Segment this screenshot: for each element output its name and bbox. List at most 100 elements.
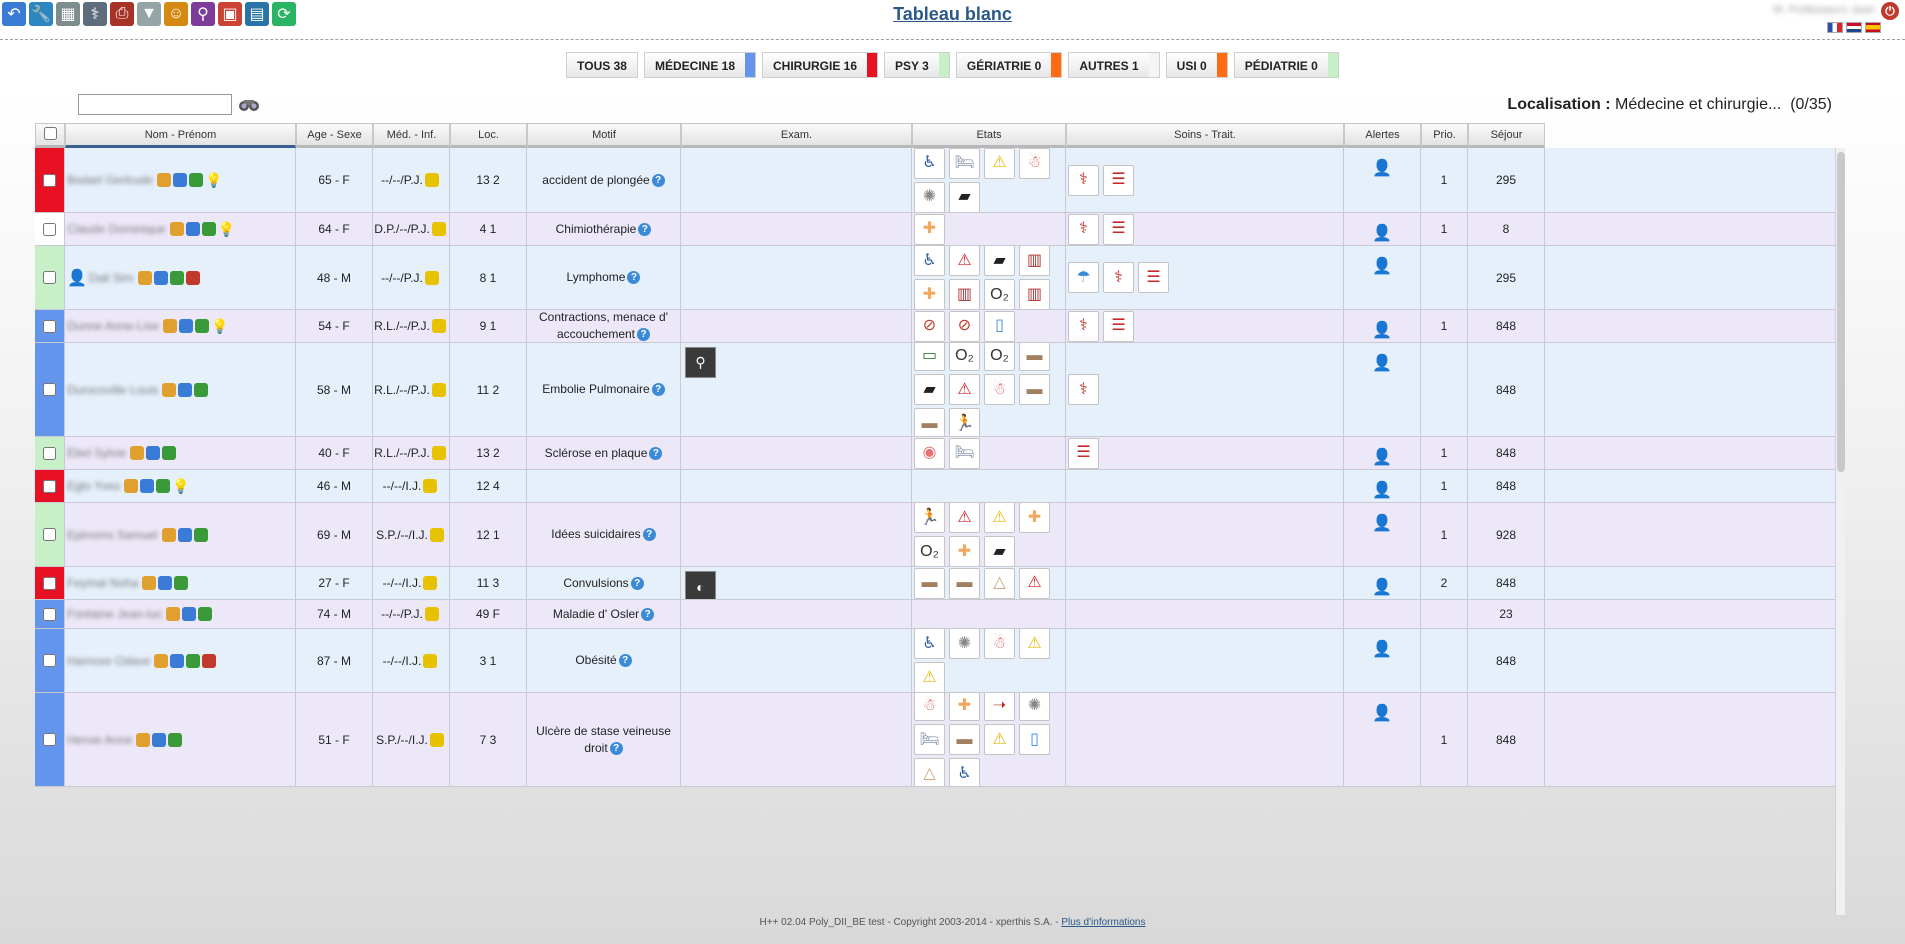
chevron-down-icon[interactable]: [182, 607, 197, 621]
user-alert-icon[interactable]: 👤: [1367, 316, 1397, 342]
help-icon[interactable]: ?: [651, 383, 665, 397]
drip-icon[interactable]: ⚕: [1068, 310, 1099, 342]
chevron-down-icon[interactable]: [177, 527, 192, 542]
user-alert-icon[interactable]: 👤: [1367, 699, 1397, 729]
edit-staff-icon[interactable]: [423, 576, 438, 590]
row-checkbox[interactable]: [43, 173, 56, 187]
user-alert-icon[interactable]: 👤: [1367, 476, 1397, 502]
help-icon[interactable]: ?: [641, 607, 655, 621]
money-icon[interactable]: [186, 653, 201, 668]
clipboard-icon[interactable]: [161, 527, 176, 542]
patient-name[interactable]: Claude Dominique: [67, 222, 166, 236]
warning-yellow-icon[interactable]: ⚠: [984, 503, 1015, 533]
drip-icon[interactable]: ⚕: [1068, 164, 1099, 196]
stone-icon[interactable]: ✺: [1019, 693, 1050, 721]
bed-icon[interactable]: 🛏: [949, 148, 980, 179]
nose-icon[interactable]: △: [914, 758, 945, 786]
body-icon[interactable]: ☃: [1019, 148, 1050, 179]
oxygen-icon[interactable]: O₂: [984, 279, 1015, 309]
column-header-age[interactable]: Age - Sexe: [296, 123, 373, 148]
edit-staff-icon[interactable]: [423, 479, 438, 493]
bandage-icon[interactable]: ✚: [1019, 503, 1050, 533]
user-alert-icon[interactable]: 👤: [1367, 349, 1397, 379]
money-icon[interactable]: [189, 173, 204, 187]
column-header-check[interactable]: [35, 123, 65, 148]
user-alert-icon[interactable]: 👤: [1367, 635, 1397, 665]
patient-name[interactable]: Fontaine Jean-luc: [67, 607, 162, 621]
group-users-icon[interactable]: [185, 270, 200, 285]
lightbulb-icon[interactable]: 💡: [218, 221, 235, 238]
chevron-down-icon[interactable]: [152, 732, 167, 747]
edit-staff-icon[interactable]: [423, 653, 438, 668]
row-checkbox[interactable]: [43, 222, 56, 236]
vertical-scrollbar[interactable]: [1835, 148, 1845, 915]
help-icon[interactable]: ?: [651, 173, 665, 187]
chevron-down-icon[interactable]: [146, 446, 161, 460]
warning-red-icon[interactable]: ⚠: [1019, 567, 1050, 599]
lightbulb-icon[interactable]: 💡: [205, 172, 222, 189]
chevron-down-icon[interactable]: [140, 479, 155, 493]
row-checkbox[interactable]: [43, 607, 56, 621]
user-alert-icon[interactable]: 👤: [1367, 252, 1397, 282]
bed-small-icon[interactable]: ▬: [949, 724, 980, 755]
warning-yellow-icon[interactable]: ⚠: [984, 148, 1015, 179]
user-alert-icon[interactable]: 👤: [1367, 573, 1397, 599]
clipboard-icon[interactable]: [124, 479, 139, 493]
chevron-down-icon[interactable]: [158, 576, 173, 590]
money-icon[interactable]: [195, 319, 210, 333]
clipboard-icon[interactable]: [166, 607, 181, 621]
row-checkbox[interactable]: [43, 733, 56, 746]
tab-5[interactable]: AUTRES 1: [1068, 52, 1160, 78]
table-row[interactable]: Fontaine Jean-luc 74 - M --/--/P.J. 49 F Mal…: [35, 600, 1845, 629]
money-icon[interactable]: [194, 382, 209, 397]
water-icon[interactable]: ▯: [984, 310, 1015, 342]
tab-2[interactable]: CHIRURGIE 16: [762, 52, 879, 78]
column-header-prio[interactable]: Prio.: [1421, 123, 1468, 148]
edit-staff-icon[interactable]: [429, 527, 444, 542]
more-info-link[interactable]: Plus d'informations: [1061, 917, 1145, 928]
clipboard-icon[interactable]: [136, 732, 151, 747]
scrollbar-thumb[interactable]: [1837, 152, 1845, 472]
bandage-icon[interactable]: ✚: [914, 279, 945, 309]
money-icon[interactable]: [201, 222, 216, 236]
mouth-icon[interactable]: ◉: [914, 437, 945, 469]
clipboard-icon[interactable]: [162, 382, 177, 397]
syringe-arrow-icon[interactable]: ➝: [984, 693, 1015, 721]
patient-name[interactable]: Hamoxe Odave: [67, 654, 150, 668]
tab-4[interactable]: GÉRIATRIE 0: [955, 52, 1063, 78]
shower-icon[interactable]: ☂: [1068, 262, 1099, 293]
row-checkbox[interactable]: [43, 479, 56, 493]
edit-staff-icon[interactable]: [431, 222, 446, 236]
chevron-down-icon[interactable]: [185, 222, 200, 236]
wheelchair-icon[interactable]: ♿: [914, 246, 945, 276]
no-food-icon[interactable]: ⊘: [914, 310, 945, 342]
help-icon[interactable]: ?: [638, 222, 652, 236]
table-row[interactable]: Eglo Yves 💡 46 - M --/--/I.J. 12 4 👤 1 848: [35, 470, 1845, 503]
bandage-icon[interactable]: ✚: [949, 693, 980, 721]
body-icon[interactable]: ☃: [984, 629, 1015, 659]
drip-icon[interactable]: ⚕: [1068, 374, 1099, 405]
runner-icon[interactable]: 🏃: [914, 503, 945, 533]
dark-mat-icon[interactable]: ▰: [984, 246, 1015, 276]
money-icon[interactable]: [198, 607, 213, 621]
flag-nl-icon[interactable]: [1846, 22, 1862, 33]
bed-icon[interactable]: 🛏: [914, 724, 945, 755]
dark-mat-icon[interactable]: ▰: [949, 181, 980, 212]
clipboard-icon[interactable]: [157, 173, 172, 187]
chevron-down-icon[interactable]: [178, 382, 193, 397]
wheelchair-icon[interactable]: ♿: [949, 758, 980, 786]
drip-list-icon[interactable]: ☰: [1068, 437, 1099, 469]
money-icon[interactable]: [168, 732, 183, 747]
nose-icon[interactable]: △: [984, 567, 1015, 599]
logout-power-button[interactable]: ⏻: [1881, 2, 1899, 20]
drip-icon[interactable]: ⚕: [1068, 213, 1099, 245]
echo-exam-icon[interactable]: ◐: [685, 571, 716, 599]
chevron-down-icon[interactable]: [179, 319, 194, 333]
warning-red-icon[interactable]: ⚠: [949, 503, 980, 533]
money-icon[interactable]: [162, 446, 177, 460]
table-row[interactable]: Durocoville Louis 58 - M R.L./--/P.J. 11 2 E…: [35, 343, 1845, 437]
money-icon[interactable]: [156, 479, 171, 493]
money-icon[interactable]: [174, 576, 189, 590]
lightbulb-icon[interactable]: 💡: [172, 478, 189, 495]
row-checkbox[interactable]: [43, 528, 56, 541]
